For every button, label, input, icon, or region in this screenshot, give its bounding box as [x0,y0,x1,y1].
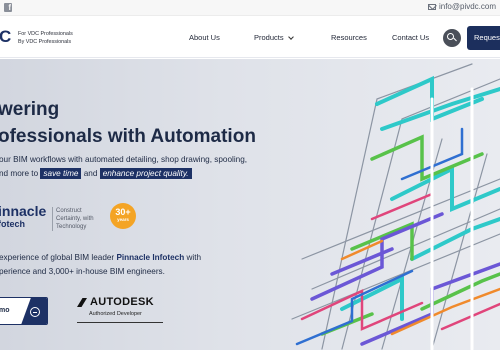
nav-about-us[interactable]: About Us [189,33,220,42]
chevron-down-icon[interactable] [288,34,294,40]
years-badge: 30+ years [110,203,136,229]
hero-headline-line-1: wering [0,99,60,120]
pinnacle-tagline-3: Technology [56,224,87,230]
autodesk-logo-icon [77,298,87,307]
hero-description-line-1: our BIM workflows with automated detaili… [0,155,248,164]
pinnacle-tagline: Construct Certainty, with Technology [52,207,94,231]
pipe-network [291,63,500,350]
desc-text-mid: and [83,169,98,178]
pinnacle-tagline-1: Construct [56,208,82,214]
autodesk-badge: AUTODESK Authorized Developer [77,295,163,323]
email-address[interactable]: info@pivdc.com [439,2,496,11]
search-button[interactable] [443,29,461,47]
hero-headline-line-2: ofessionals with Automation [0,126,256,147]
autodesk-subtitle: Authorized Developer [89,311,142,317]
highlight-save-time: save time [40,168,82,179]
hero-description-line-2: nd more to save time and enhance project… [0,168,192,179]
experience-text-end: with [186,253,202,262]
nav-products[interactable]: Products [254,33,284,42]
nav-contact-us[interactable]: Contact Us [392,33,429,42]
logo-tagline: For VDC Professionals By VDC Professiona… [18,30,73,46]
hero-section: wering ofessionals with Automation our B… [0,59,500,350]
pinnacle-logo-sub: fotech [0,219,25,229]
demo-button[interactable]: mo [0,297,48,325]
nav-resources[interactable]: Resources [331,33,367,42]
tagline-line-1: For VDC Professionals [18,31,73,37]
experience-text-start: experience of global BIM leader [0,253,115,262]
top-bar: f info@pivdc.com [0,0,500,16]
steel-frame [291,63,500,350]
white-ducts [430,87,474,350]
pinnacle-logo-name: innacle [0,203,47,219]
pinnacle-tagline-2: Certainty, with [56,216,94,222]
highlight-enhance-quality: enhance project quality. [99,168,192,179]
pinnacle-logo: innacle fotech [0,204,46,230]
experience-line-2: perience and 3,000+ in-house BIM enginee… [0,267,165,276]
bim-pipes-illustration [291,63,500,350]
demo-button-label: mo [0,307,10,314]
desc-text-start: nd more to [0,169,39,178]
logo[interactable]: C [0,27,11,47]
email-contact[interactable]: info@pivdc.com [427,2,496,11]
envelope-icon [427,3,436,10]
main-navigation: C For VDC Professionals By VDC Professio… [0,16,500,58]
request-button[interactable]: Request [467,26,500,50]
search-icon-handle [453,37,457,42]
years-badge-label: years [117,217,129,222]
facebook-icon[interactable]: f [4,3,12,12]
experience-line-1: experience of global BIM leader Pinnacle… [0,253,201,262]
pinnacle-infotech-link[interactable]: Pinnacle Infotech [116,253,184,262]
arrow-right-icon [30,307,40,317]
years-badge-number: 30+ [115,207,131,217]
tagline-line-2: By VDC Professionals [18,39,72,45]
autodesk-wordmark: AUTODESK [90,296,154,308]
